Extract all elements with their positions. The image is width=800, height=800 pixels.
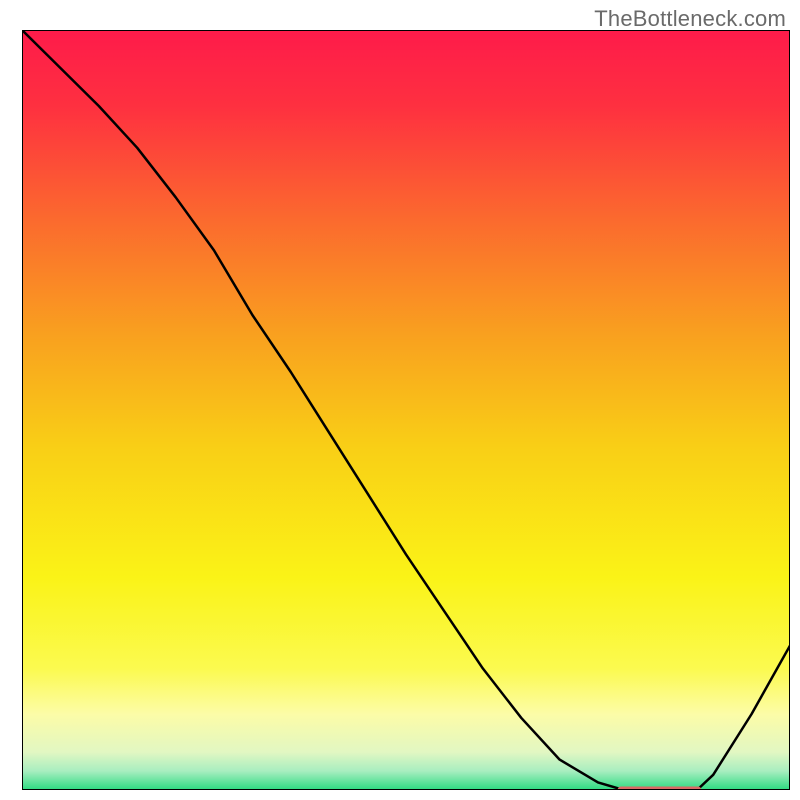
chart-background-gradient [22, 30, 790, 790]
chart-container: TheBottleneck.com [0, 0, 800, 800]
chart-plot-area [22, 30, 790, 790]
watermark-text: TheBottleneck.com [594, 6, 786, 32]
chart-svg [22, 30, 790, 790]
